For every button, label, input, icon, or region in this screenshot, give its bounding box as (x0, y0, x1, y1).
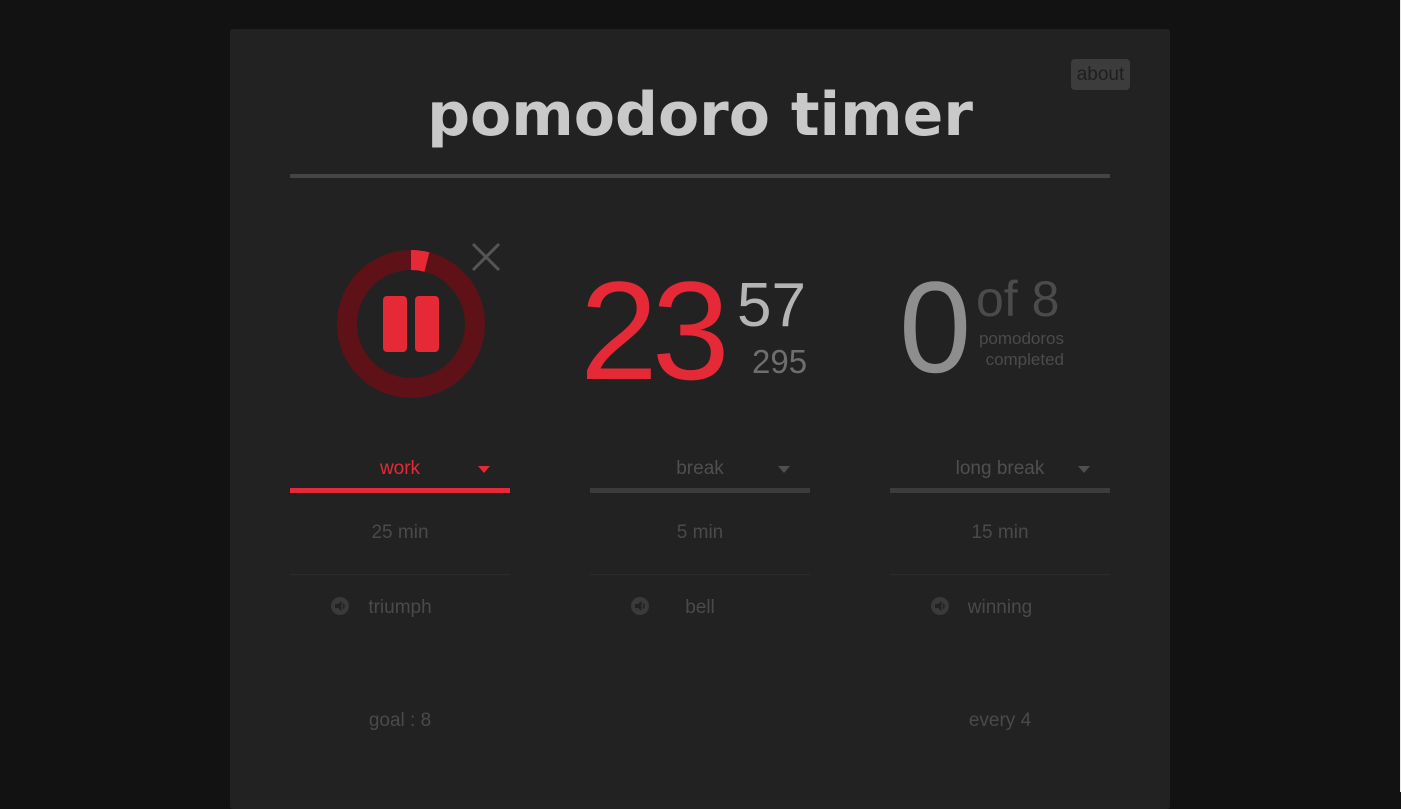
long-break-mode-underline (890, 488, 1110, 493)
timer-minutes: 23 (580, 252, 730, 409)
completed-count: 0 (899, 254, 972, 400)
break-mode-select[interactable]: break (590, 447, 810, 493)
long-break-mode-select[interactable]: long break (890, 447, 1110, 493)
completed-goal: of 8 (976, 271, 1060, 327)
work-mode-label: work (379, 458, 421, 479)
long-break-column: long break 15 min winning every 4 (890, 447, 1110, 731)
long-break-sound-select[interactable]: winning (890, 594, 1110, 624)
long-break-duration[interactable]: 15 min (890, 521, 1110, 545)
work-sound-select[interactable]: triumph (290, 594, 510, 624)
work-column: work 25 min triumph goal : 8 (290, 447, 510, 731)
pause-bar-right (415, 296, 439, 352)
timer-card: about pomodoro timer 23 57 295 0 of 8 po… (230, 29, 1170, 809)
work-duration[interactable]: 25 min (290, 521, 510, 545)
work-mode-underline (290, 488, 510, 493)
progress-ring (335, 248, 487, 400)
work-sound-name: triumph (368, 597, 432, 618)
work-divider (290, 574, 510, 575)
close-icon (471, 242, 501, 272)
pause-bar-left (383, 296, 407, 352)
completed-label-line1: pomodoros (978, 329, 1064, 348)
pause-button[interactable] (383, 296, 439, 352)
long-break-divider (890, 574, 1110, 575)
title-divider (290, 174, 1110, 178)
break-sound-select[interactable]: bell (590, 594, 810, 624)
completed-label: pomodoros completed (968, 328, 1064, 370)
chevron-down-icon (778, 466, 790, 473)
timer-seconds: 57 (737, 271, 806, 340)
break-mode-label: break (676, 458, 724, 479)
chevron-down-icon (1078, 466, 1090, 473)
long-break-interval[interactable]: every 4 (890, 709, 1110, 733)
progress-ring-fill (410, 250, 430, 272)
page-title: pomodoro timer (427, 80, 973, 150)
long-break-sound-name: winning (967, 597, 1033, 618)
break-divider (590, 574, 810, 575)
long-break-mode-label: long break (955, 458, 1045, 479)
work-goal[interactable]: goal : 8 (290, 709, 510, 733)
break-mode-underline (590, 488, 810, 493)
reset-button[interactable] (470, 241, 502, 273)
timer-milliseconds: 295 (752, 343, 808, 380)
chevron-down-icon (478, 466, 490, 473)
break-sound-name: bell (685, 597, 715, 618)
break-column: break 5 min bell (590, 447, 810, 618)
work-mode-select[interactable]: work (290, 447, 510, 493)
break-duration[interactable]: 5 min (590, 521, 810, 545)
completed-label-line2: completed (985, 350, 1064, 369)
